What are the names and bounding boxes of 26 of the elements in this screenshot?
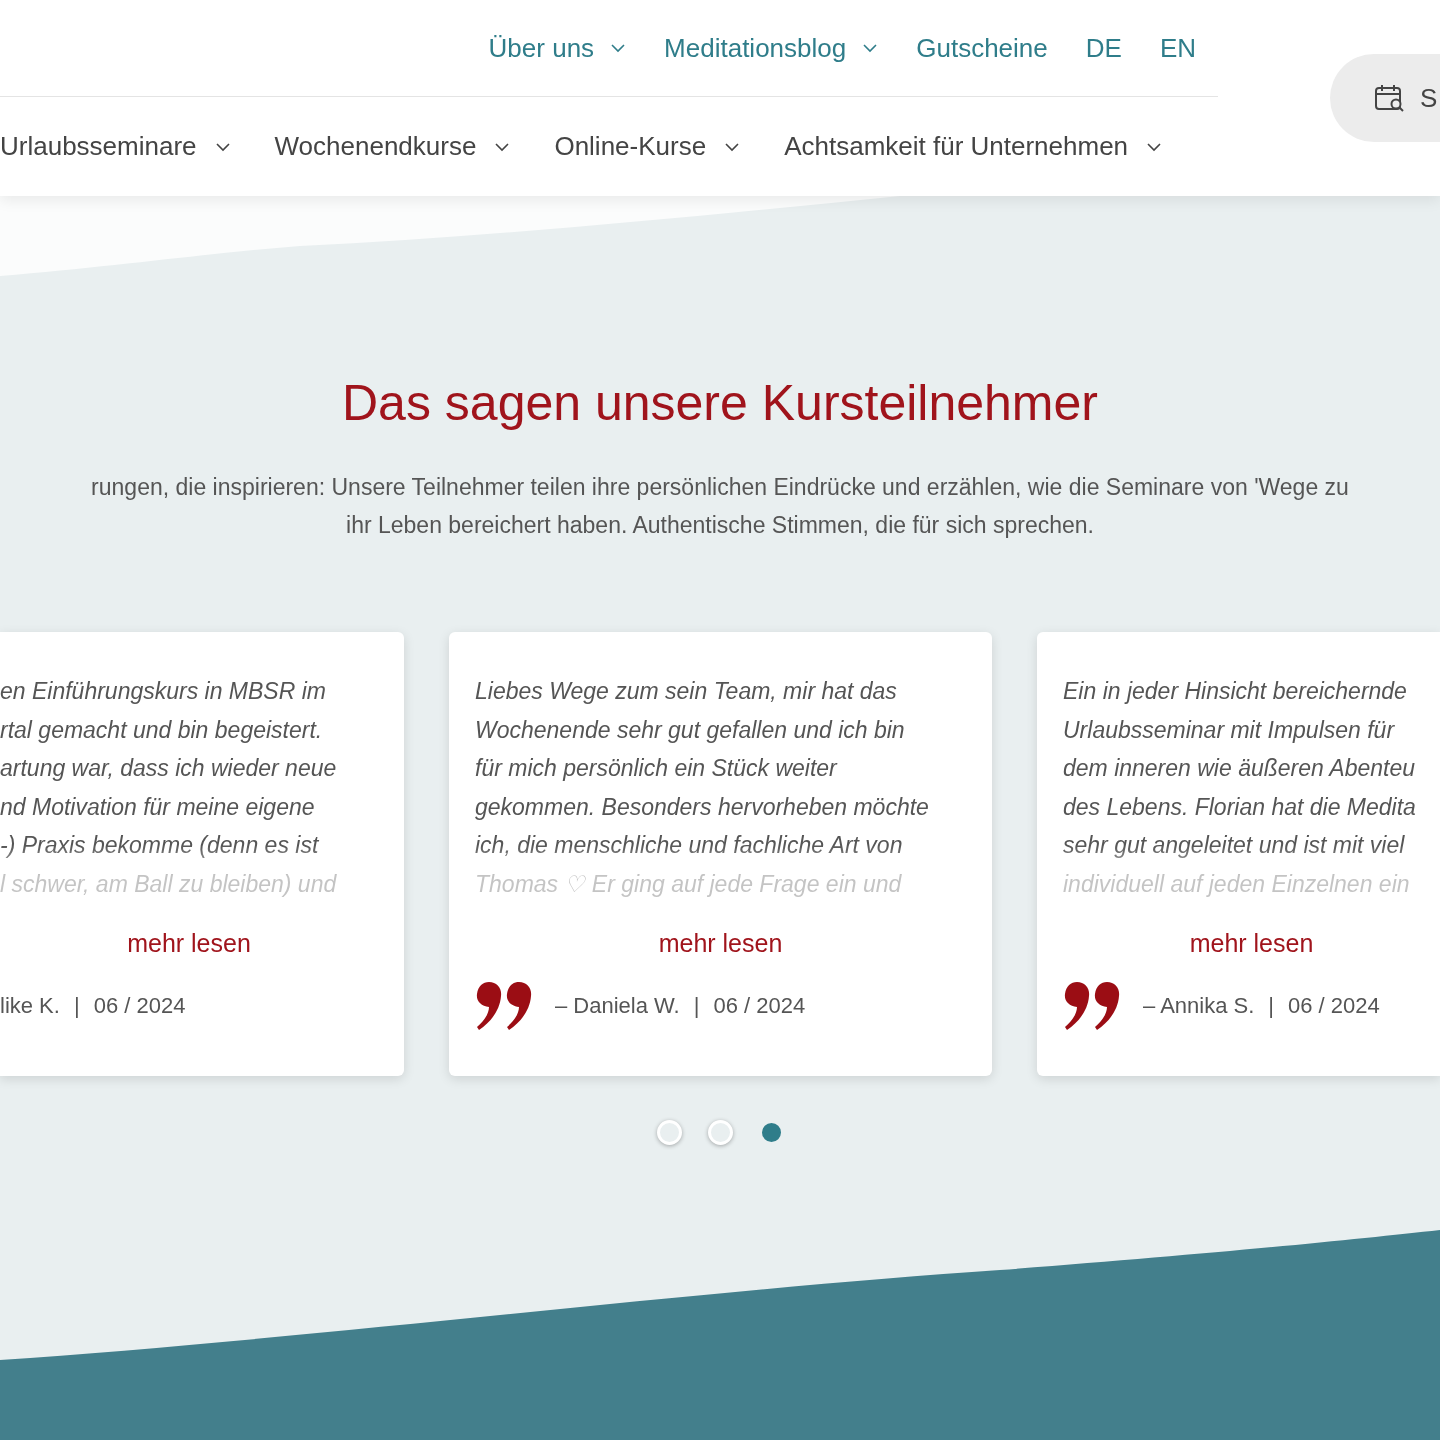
nav-link[interactable]: Über uns: [488, 32, 627, 64]
author-name: like K.: [0, 993, 60, 1019]
nav-link[interactable]: EN: [1159, 32, 1196, 64]
testimonial-text: en Einführungskurs in MBSR im rtal gemacht und bin begeistert. artung war, dass ich wieder neue nd Motivation für meine eigene -) Praxis bekomme (denn es ist l schwer, am Ball zu bleiben) und: [0, 677, 338, 899]
separator: |: [693, 993, 700, 1019]
testimonial-date: 06 / 2024: [713, 993, 806, 1019]
nav-link[interactable]: Online-Kurse: [554, 131, 741, 162]
nav-link[interactable]: DE: [1085, 32, 1122, 64]
section-title: Das sagen unsere Kursteilnehmer: [342, 374, 1098, 432]
nav-link[interactable]: Achtsamkeit für Unternehmen: [784, 131, 1163, 162]
section-intro: rungen, die inspirieren: Unsere Teilnehmer teilen ihre persönlichen Eindrücke und erzählen, wie die Seminare von 'Wege zu ihr Leben bereichert haben. Authentische Stimmen, die für sich sprechen.: [90, 473, 1350, 540]
nav-link[interactable]: Wochenendkurse: [274, 131, 511, 162]
nav-link[interactable]: Gutscheine: [916, 32, 1048, 64]
nav-link[interactable]: Urlaubsseminare: [0, 131, 231, 162]
author-name: – Annika S.: [1143, 993, 1255, 1019]
booking-button[interactable]: S: [1330, 54, 1440, 142]
testimonial-date: 06 / 2024: [93, 993, 186, 1019]
read-more-link[interactable]: mehr lesen: [127, 929, 251, 958]
read-more-link[interactable]: mehr lesen: [658, 929, 783, 958]
separator: |: [73, 993, 80, 1019]
author-name: – Daniela W.: [555, 993, 680, 1019]
calendar-search-icon: [1374, 83, 1406, 113]
separator: |: [1268, 993, 1275, 1019]
nav-link[interactable]: Meditationsblog: [664, 32, 879, 64]
testimonial-date: 06 / 2024: [1288, 993, 1380, 1019]
read-more-link[interactable]: mehr lesen: [1189, 929, 1314, 958]
